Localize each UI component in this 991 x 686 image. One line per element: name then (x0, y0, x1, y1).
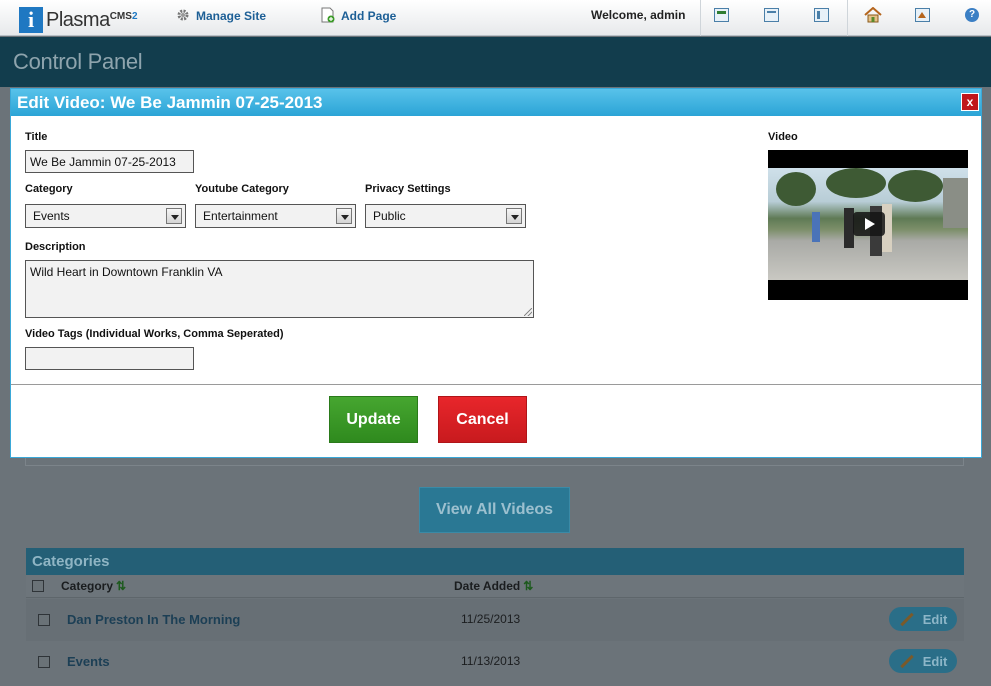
dialog-divider (11, 384, 981, 385)
categories-column-headers: Category ⇅ Date Added ⇅ (26, 575, 964, 598)
video-tags-input[interactable] (25, 347, 194, 370)
layout-header-icon[interactable] (714, 8, 729, 22)
video-label: Video (768, 131, 798, 143)
add-page-link[interactable]: Add Page (321, 7, 397, 26)
title-input[interactable] (25, 150, 194, 173)
pencil-icon (900, 654, 914, 668)
chevron-down-icon (336, 208, 352, 224)
date-added: 11/25/2013 (461, 612, 521, 626)
logo-i-icon: i (19, 7, 43, 33)
category-selected-value: Events (33, 209, 70, 223)
gear-icon (176, 8, 190, 25)
update-button[interactable]: Update (329, 396, 418, 443)
column-date-label: Date Added (454, 579, 521, 593)
manage-site-label: Manage Site (196, 9, 267, 23)
add-page-label: Add Page (341, 9, 397, 23)
chevron-down-icon (166, 208, 182, 224)
description-textarea[interactable]: Wild Heart in Downtown Franklin VA (25, 260, 534, 318)
page-title: Control Panel (13, 49, 143, 74)
edit-button[interactable]: Edit (889, 607, 957, 631)
table-row: Events 11/13/2013 Edit (26, 641, 964, 683)
layout-top-icon[interactable] (764, 8, 779, 22)
resize-handle[interactable] (524, 308, 532, 316)
welcome-text: Welcome, admin (591, 8, 686, 22)
logo-version-text: 2 (131, 10, 138, 22)
tree-shape (826, 168, 886, 198)
sort-icon[interactable]: ⇅ (523, 579, 533, 593)
date-added: 11/13/2013 (461, 654, 521, 668)
add-page-icon (321, 7, 335, 26)
toolbar-divider (700, 0, 701, 36)
video-player[interactable] (768, 150, 968, 300)
edit-label: Edit (922, 611, 948, 627)
category-select[interactable]: Events (25, 204, 186, 228)
column-category[interactable]: Category ⇅ (61, 579, 126, 593)
top-navigation-bar: i Plasma CMS 2 Manage Site Add Page Welco… (0, 0, 991, 36)
play-icon[interactable] (853, 212, 885, 236)
edit-label: Edit (922, 653, 948, 669)
youtube-category-selected-value: Entertainment (203, 209, 278, 223)
edit-button[interactable]: Edit (889, 649, 957, 673)
description-label: Description (25, 241, 86, 253)
title-label: Title (25, 131, 48, 143)
plasma-cms-logo[interactable]: i Plasma CMS 2 (19, 7, 138, 33)
youtube-category-label: Youtube Category (195, 183, 289, 195)
control-panel-header (0, 37, 991, 87)
dialog-title: Edit Video: We Be Jammin 07-25-2013 (17, 93, 323, 112)
help-icon[interactable]: ? (965, 8, 979, 22)
tree-shape (776, 172, 816, 206)
building-shape (943, 178, 968, 228)
manage-site-link[interactable]: Manage Site (176, 8, 266, 24)
row-checkbox[interactable] (38, 656, 50, 668)
privacy-settings-select[interactable]: Public (365, 204, 526, 228)
category-label: Category (25, 183, 73, 195)
view-all-videos-button[interactable]: View All Videos (419, 487, 570, 533)
category-name-link[interactable]: Dan Preston In The Morning (67, 612, 240, 627)
categories-header: Categories (26, 548, 964, 575)
youtube-category-select[interactable]: Entertainment (195, 204, 356, 228)
privacy-selected-value: Public (373, 209, 406, 223)
logo-brand-text: Plasma (46, 8, 110, 31)
tree-shape (888, 170, 943, 202)
layout-sidebar-icon[interactable] (814, 8, 829, 22)
cancel-button[interactable]: Cancel (438, 396, 527, 443)
site-preview-icon[interactable] (915, 8, 930, 25)
column-category-label: Category (61, 579, 114, 593)
privacy-settings-label: Privacy Settings (365, 183, 451, 195)
category-name-link[interactable]: Events (67, 654, 110, 669)
description-text: Wild Heart in Downtown Franklin VA (30, 265, 223, 279)
video-tags-label: Video Tags (Individual Works, Comma Sepe… (25, 328, 284, 340)
toolbar-divider (847, 0, 848, 36)
pencil-icon (900, 612, 914, 626)
dialog-header: Edit Video: We Be Jammin 07-25-2013 x (11, 89, 981, 116)
select-all-checkbox[interactable] (32, 580, 44, 592)
home-icon[interactable] (864, 6, 882, 26)
sort-icon[interactable]: ⇅ (116, 579, 126, 593)
row-checkbox[interactable] (38, 614, 50, 626)
logo-cms-text: CMS (109, 10, 132, 22)
column-date-added[interactable]: Date Added ⇅ (454, 579, 533, 593)
edit-video-dialog: Edit Video: We Be Jammin 07-25-2013 x Ti… (10, 88, 982, 458)
close-icon[interactable]: x (961, 93, 979, 111)
table-row: Dan Preston In The Morning 11/25/2013 Ed… (26, 599, 964, 641)
figure-shape (812, 212, 820, 242)
chevron-down-icon (506, 208, 522, 224)
